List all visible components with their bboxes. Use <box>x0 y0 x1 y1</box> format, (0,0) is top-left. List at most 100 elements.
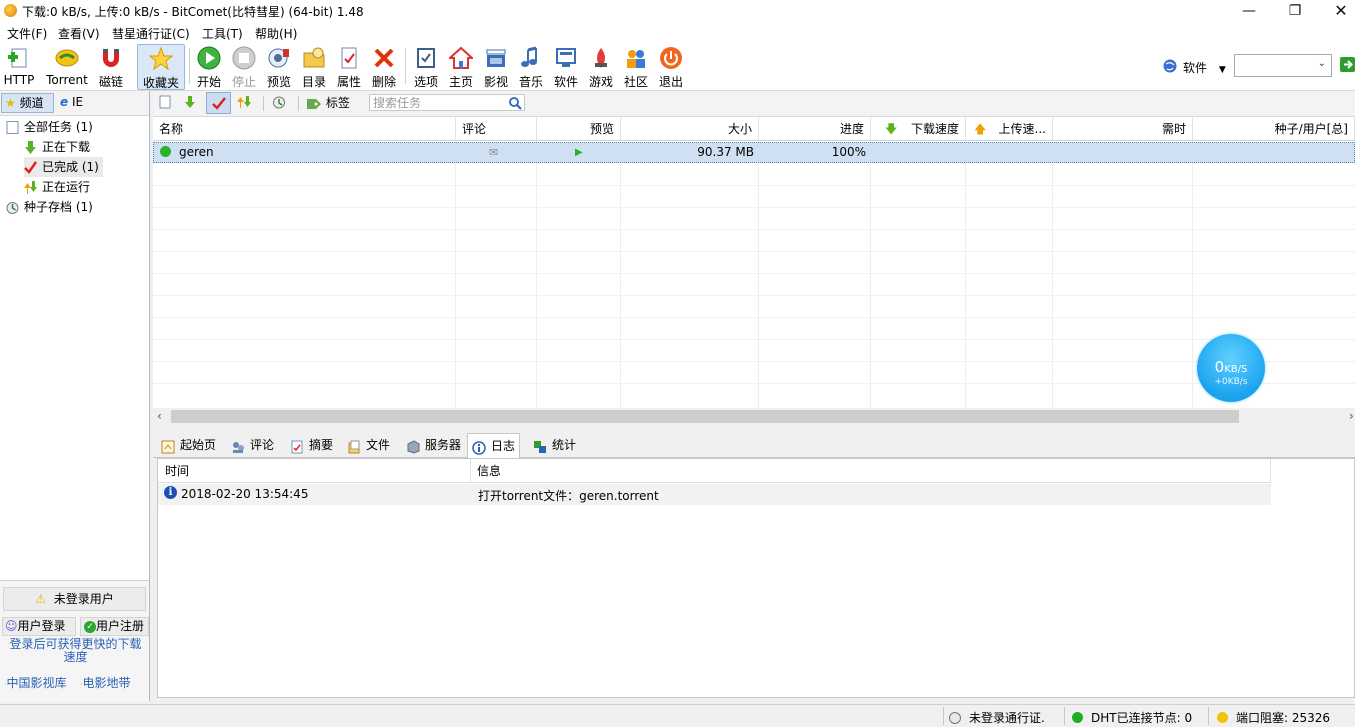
grid-line <box>620 141 621 409</box>
options-button[interactable]: 选项 <box>411 44 441 89</box>
column-header-comment[interactable]: 评论 <box>456 117 537 141</box>
filter-downloading-button[interactable] <box>181 95 199 112</box>
link-movie-zone[interactable]: ·电影地带 <box>80 674 131 691</box>
arrow-down-icon <box>24 140 37 154</box>
home-button[interactable]: 主页 <box>446 44 476 89</box>
table-row[interactable]: geren ✉ ▶ 90.37 MB 100% <box>153 142 1355 163</box>
preview-play-icon[interactable]: ▶ <box>575 143 583 162</box>
video-button[interactable]: 影视 <box>481 44 511 89</box>
tab-servers[interactable]: 服务器 <box>402 433 465 457</box>
checkmark-icon <box>24 160 37 174</box>
tree-completed[interactable]: 已完成 (1) <box>24 157 103 177</box>
torrent-button[interactable]: Torrent <box>42 44 92 88</box>
star-icon: ★ <box>5 96 16 110</box>
files-icon <box>347 438 361 453</box>
go-search-button[interactable] <box>1340 56 1355 73</box>
community-button[interactable]: 社区 <box>621 44 651 89</box>
log-column-time[interactable]: 时间 <box>158 459 471 483</box>
task-search-input[interactable]: 搜索任务 <box>369 94 525 111</box>
grid-line <box>965 141 966 409</box>
tree-downloading[interactable]: 正在下载 <box>24 137 90 157</box>
passport-status[interactable]: 未登录通行证. <box>949 709 1045 726</box>
detail-tabs: 起始页 评论 摘要 文件 服务器 日志 统计 <box>153 431 1355 458</box>
exit-button[interactable]: 退出 <box>656 44 686 89</box>
start-button[interactable]: 开始 <box>194 44 224 89</box>
column-header-time-left[interactable]: 需时 <box>1053 117 1193 141</box>
checkmark-icon <box>211 96 226 110</box>
menu-help[interactable]: 帮助(H) <box>255 25 297 42</box>
port-status[interactable]: 端口阻塞: 25326 <box>1217 709 1330 726</box>
magnet-button[interactable]: 磁链 <box>96 44 126 89</box>
column-header-size[interactable]: 大小 <box>621 117 759 141</box>
web-search-input[interactable]: ⌄ <box>1234 54 1332 77</box>
chevron-down-icon[interactable]: ⌄ <box>1318 58 1326 69</box>
menu-view[interactable]: 查看(V) <box>58 25 100 42</box>
column-header-name[interactable]: 名称 <box>153 117 456 141</box>
favorites-button[interactable]: 收藏夹 <box>137 44 185 90</box>
tree-all-tasks[interactable]: 全部任务 (1) <box>6 117 93 137</box>
log-column-message[interactable]: 信息 <box>471 459 1271 483</box>
directory-button[interactable]: 目录 <box>299 44 329 89</box>
tab-statistics[interactable]: 统计 <box>529 433 580 457</box>
filter-archive-button[interactable] <box>270 95 288 112</box>
grid-line <box>153 207 1355 208</box>
tag-icon <box>307 98 321 109</box>
link-china-video[interactable]: ·中国影视库 <box>4 674 67 691</box>
tree-torrent-archive[interactable]: 种子存档 (1) <box>6 197 93 217</box>
chevron-down-icon: ▼ <box>1218 65 1226 75</box>
tab-ie[interactable]: e IE <box>58 93 100 113</box>
filter-completed-button[interactable] <box>206 92 231 114</box>
menu-tools[interactable]: 工具(T) <box>202 25 243 42</box>
tab-comments[interactable]: 评论 <box>227 433 278 457</box>
music-button[interactable]: 音乐 <box>516 44 546 89</box>
column-header-upload-speed[interactable]: 🡅 上传速... <box>966 117 1053 141</box>
scroll-left-arrow-icon[interactable]: ‹ <box>157 409 162 423</box>
delete-button[interactable]: 删除 <box>369 44 399 89</box>
comment-envelope-icon[interactable]: ✉ <box>489 143 498 162</box>
http-button[interactable]: HTTP <box>2 44 36 88</box>
properties-icon <box>337 46 361 70</box>
search-icon[interactable] <box>509 97 522 110</box>
preview-button[interactable]: 预览 <box>264 44 294 89</box>
scrollbar-thumb[interactable] <box>171 410 1239 423</box>
column-header-seeds-peers[interactable]: 种子/用户[总] <box>1193 117 1355 141</box>
search-category-dropdown[interactable]: 软件 ▼ <box>1183 59 1226 76</box>
grid-line <box>455 141 456 409</box>
log-row[interactable]: i 2018-02-20 13:54:45 打开torrent文件：geren.… <box>158 484 1271 505</box>
scroll-right-arrow-icon[interactable]: › <box>1349 409 1354 423</box>
port-status-dot-icon <box>1217 712 1228 723</box>
menu-file[interactable]: 文件(F) <box>7 25 47 42</box>
minimize-button[interactable]: — <box>1226 0 1272 22</box>
properties-button[interactable]: 属性 <box>334 44 364 89</box>
menu-passport[interactable]: 彗星通行证(C) <box>112 25 190 42</box>
column-header-download-speed[interactable]: 🡇 下载速度 <box>871 117 966 141</box>
login-tip-link[interactable]: 登录后可获得更快的下载速度 <box>4 638 147 664</box>
speed-bubble[interactable]: 0KB/S +0KB/s <box>1197 334 1265 402</box>
register-button[interactable]: ✓ 用户注册 <box>80 617 149 636</box>
check-circle-icon: ✓ <box>84 620 96 633</box>
video-icon <box>484 46 508 70</box>
maximize-button[interactable]: ❐ <box>1272 0 1318 22</box>
games-button[interactable]: 游戏 <box>586 44 616 89</box>
tab-log[interactable]: 日志 <box>467 433 521 458</box>
new-task-button[interactable] <box>156 95 174 112</box>
tree-running[interactable]: 正在运行 <box>24 177 90 197</box>
filter-running-button[interactable] <box>235 95 253 112</box>
column-header-preview[interactable]: 预览 <box>537 117 621 141</box>
stop-button[interactable]: 停止 <box>229 44 259 89</box>
tab-channel[interactable]: ★ 频道 <box>1 93 54 113</box>
bitcomet-app-icon <box>4 4 17 17</box>
software-button[interactable]: 软件 <box>551 44 581 89</box>
login-button[interactable]: ☺用户登录 <box>2 617 76 636</box>
grid-line <box>536 141 537 409</box>
close-button[interactable]: ✕ <box>1318 0 1355 22</box>
tab-summary[interactable]: 摘要 <box>286 433 337 457</box>
column-header-progress[interactable]: 进度 <box>759 117 871 141</box>
tab-files[interactable]: 文件 <box>343 433 394 457</box>
tab-start-page[interactable]: 起始页 <box>157 433 220 457</box>
status-bar: 未登录通行证. DHT已连接节点: 0 端口阻塞: 25326 <box>0 704 1355 727</box>
tag-button[interactable]: 标签 <box>306 95 350 112</box>
left-panel: ★ 频道 e IE 全部任务 (1) 正在下载 已完成 (1) 正在运行 种子存… <box>0 91 150 702</box>
info-icon: i <box>164 486 177 499</box>
horizontal-scrollbar[interactable]: ‹ › <box>153 408 1355 425</box>
